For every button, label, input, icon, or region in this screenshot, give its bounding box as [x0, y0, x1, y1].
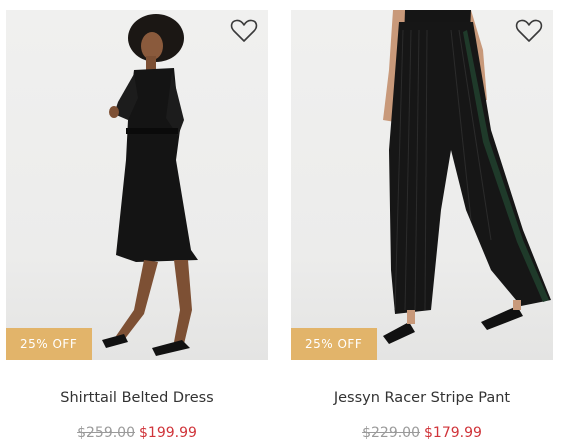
price-row: $229.00 $179.99 — [291, 425, 553, 441]
original-price: $259.00 — [77, 425, 135, 441]
product-image[interactable]: 25% OFF — [291, 10, 553, 360]
product-name-link[interactable]: Jessyn Racer Stripe Pant — [291, 390, 553, 406]
product-card[interactable]: 25% OFF Shirttail Belted Dress $259.00 $1… — [6, 0, 268, 442]
product-card[interactable]: 25% OFF Jessyn Racer Stripe Pant $229.00… — [291, 0, 553, 442]
product-name-link[interactable]: Shirttail Belted Dress — [6, 390, 268, 406]
discount-badge: 25% OFF — [291, 328, 377, 360]
sale-price: $199.99 — [139, 425, 197, 441]
price-row: $259.00 $199.99 — [6, 425, 268, 441]
product-image[interactable]: 25% OFF — [6, 10, 268, 360]
pant-model-illustration — [383, 10, 551, 344]
discount-badge: 25% OFF — [6, 328, 92, 360]
wishlist-heart-icon[interactable] — [230, 18, 258, 44]
wishlist-heart-icon[interactable] — [515, 18, 543, 44]
sale-price: $179.99 — [424, 425, 482, 441]
dress-model-illustration — [102, 14, 198, 356]
original-price: $229.00 — [362, 425, 420, 441]
